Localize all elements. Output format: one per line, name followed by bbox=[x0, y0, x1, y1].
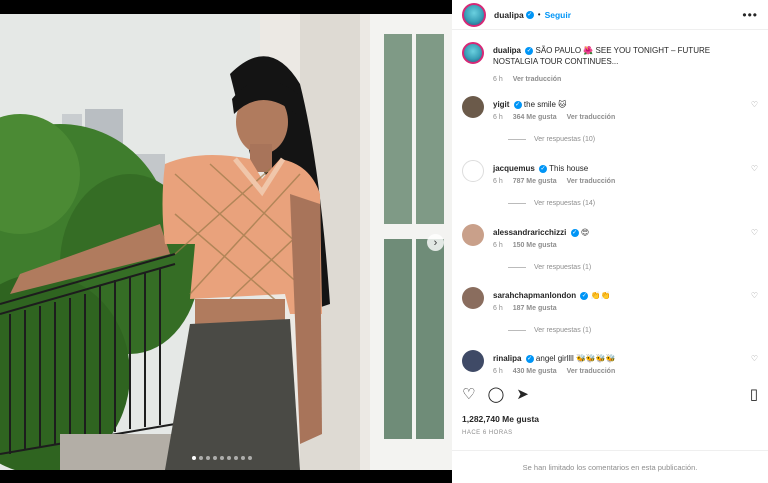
commenter-handle[interactable]: sarahchapmanlondon bbox=[493, 291, 576, 300]
carousel-dot bbox=[213, 456, 217, 460]
carousel-dot bbox=[227, 456, 231, 460]
follow-button[interactable]: Seguir bbox=[545, 10, 571, 20]
comment-meta: 6 h 150 Me gusta bbox=[493, 242, 565, 249]
see-translation-link[interactable]: Ver traducción bbox=[513, 76, 562, 83]
commenter-handle[interactable]: jacquemus bbox=[493, 164, 535, 173]
comment-like-heart-icon[interactable]: ♡ bbox=[751, 100, 758, 109]
comment-text: 👏👏 bbox=[590, 291, 611, 300]
comment-time: 6 h bbox=[493, 178, 503, 185]
commenter-handle[interactable]: alessandraricchizzi bbox=[493, 228, 566, 237]
comment-likes[interactable]: 787 Me gusta bbox=[513, 178, 557, 185]
comment-like-heart-icon[interactable]: ♡ bbox=[751, 228, 758, 237]
verified-icon: ✓ bbox=[580, 291, 589, 300]
comment-time: 6 h bbox=[493, 368, 503, 375]
comment-like-heart-icon[interactable]: ♡ bbox=[751, 354, 758, 363]
carousel-dot bbox=[241, 456, 245, 460]
view-replies-link[interactable]: Ver respuestas (10) bbox=[508, 136, 595, 143]
see-translation-link[interactable]: Ver traducción bbox=[567, 368, 616, 375]
comment-text: 😍 bbox=[580, 228, 590, 237]
comments-list[interactable]: dualipa ✓ SÃO PAULO 🌺 SEE YOU TONIGHT – … bbox=[452, 38, 768, 378]
comment-likes[interactable]: 150 Me gusta bbox=[513, 242, 557, 249]
carousel-dot bbox=[220, 456, 224, 460]
verified-icon: ✓ bbox=[525, 354, 534, 363]
commenter-avatar[interactable] bbox=[462, 224, 484, 246]
see-translation-link[interactable]: Ver traducción bbox=[567, 178, 616, 185]
comment-meta: 6 h 187 Me gusta bbox=[493, 305, 565, 312]
caption-meta: 6 h Ver traducción bbox=[493, 76, 569, 83]
comment-time: 6 h bbox=[493, 242, 503, 249]
comments-limited-notice: Se han limitado los comentarios en esta … bbox=[452, 450, 768, 483]
carousel-dot bbox=[192, 456, 196, 460]
commenter-avatar[interactable] bbox=[462, 287, 484, 309]
view-replies-link[interactable]: Ver respuestas (1) bbox=[508, 327, 591, 334]
comment-time: 6 h bbox=[493, 114, 503, 121]
more-options-icon[interactable]: ••• bbox=[742, 8, 758, 22]
comment-likes[interactable]: 187 Me gusta bbox=[513, 305, 557, 312]
post-media[interactable]: › bbox=[0, 14, 452, 470]
comment-text: This house bbox=[549, 164, 589, 173]
verified-icon: ✓ bbox=[525, 46, 534, 55]
author-avatar[interactable] bbox=[462, 2, 486, 27]
comment-like-heart-icon[interactable]: ♡ bbox=[751, 164, 758, 173]
see-translation-link[interactable]: Ver traducción bbox=[567, 114, 616, 121]
separator-dot: • bbox=[537, 10, 541, 19]
caption-author[interactable]: dualipa bbox=[493, 46, 521, 55]
verified-icon: ✓ bbox=[539, 164, 548, 173]
comment-meta: 6 h 787 Me gusta Ver traducción bbox=[493, 178, 623, 185]
verified-icon: ✓ bbox=[570, 228, 579, 237]
commenter-avatar[interactable] bbox=[462, 160, 484, 182]
comment-text: the smile 🐱 bbox=[523, 100, 567, 109]
post-timestamp: HACE 6 HORAS bbox=[462, 430, 513, 436]
caption-time: 6 h bbox=[493, 76, 503, 83]
post-actions: ♡ ◯ ➤ ▯ bbox=[462, 384, 758, 404]
carousel-dot bbox=[234, 456, 238, 460]
comment-meta: 6 h 364 Me gusta Ver traducción bbox=[493, 114, 623, 121]
carousel-dot bbox=[248, 456, 252, 460]
verified-icon: ✓ bbox=[525, 10, 534, 19]
comment-likes[interactable]: 430 Me gusta bbox=[513, 368, 557, 375]
post-panel: dualipa ✓ • Seguir ••• dualipa ✓ SÃO PAU… bbox=[452, 0, 768, 483]
comment-icon[interactable]: ◯ bbox=[487, 387, 504, 402]
comment-likes[interactable]: 364 Me gusta bbox=[513, 114, 557, 121]
commenter-avatar[interactable] bbox=[462, 350, 484, 372]
commenter-handle[interactable]: rinalipa bbox=[493, 354, 521, 363]
commenter-handle[interactable]: yigit bbox=[493, 100, 509, 109]
verified-icon: ✓ bbox=[513, 100, 522, 109]
share-icon[interactable]: ➤ bbox=[516, 387, 529, 402]
carousel-dot bbox=[199, 456, 203, 460]
post-header: dualipa ✓ • Seguir ••• bbox=[452, 0, 768, 30]
next-image-button[interactable]: › bbox=[427, 234, 444, 251]
view-replies-link[interactable]: Ver respuestas (1) bbox=[508, 264, 591, 271]
comment-like-heart-icon[interactable]: ♡ bbox=[751, 291, 758, 300]
comment-meta: 6 h 430 Me gusta Ver traducción bbox=[493, 368, 623, 375]
carousel-dot bbox=[206, 456, 210, 460]
chevron-right-icon: › bbox=[433, 236, 438, 249]
author-handle[interactable]: dualipa bbox=[494, 10, 524, 20]
comment-text: angel girllll 🐝🐝🐝🐝 bbox=[535, 354, 616, 363]
author-avatar[interactable] bbox=[462, 42, 484, 64]
carousel-indicator bbox=[192, 456, 252, 460]
view-replies-link[interactable]: Ver respuestas (14) bbox=[508, 200, 595, 207]
commenter-avatar[interactable] bbox=[462, 96, 484, 118]
comment-time: 6 h bbox=[493, 305, 503, 312]
bookmark-icon[interactable]: ▯ bbox=[750, 387, 758, 402]
post-photo bbox=[0, 14, 452, 470]
heart-icon[interactable]: ♡ bbox=[462, 387, 475, 402]
like-count[interactable]: 1,282,740 Me gusta bbox=[462, 414, 539, 424]
